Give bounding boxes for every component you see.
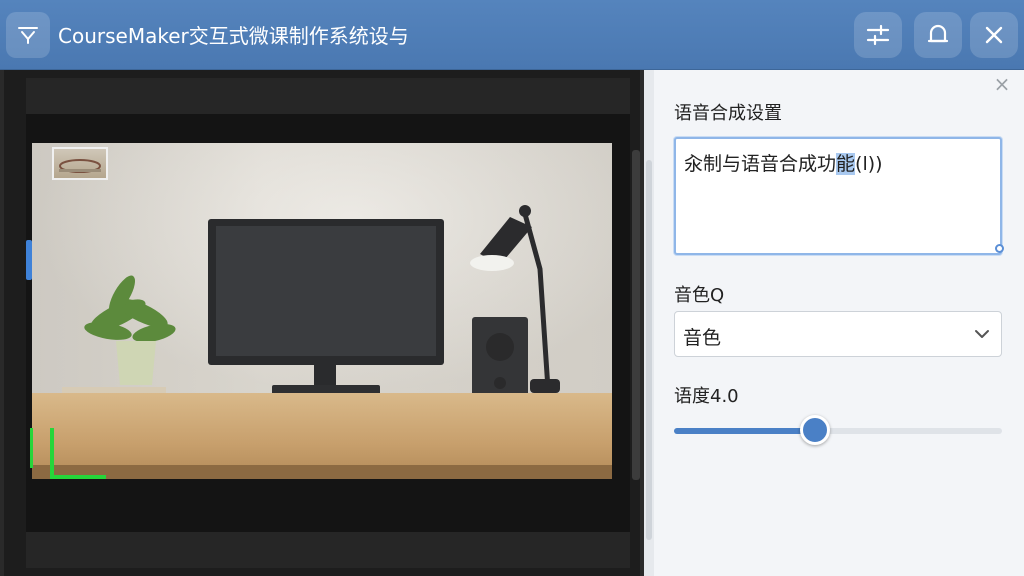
- selection-handle-left[interactable]: [30, 428, 33, 468]
- speed-slider-knob[interactable]: [800, 415, 831, 445]
- video-top-strip: [26, 78, 630, 114]
- panel-scrollbar[interactable]: [644, 70, 654, 576]
- selection-handle-bottom[interactable]: [50, 475, 106, 479]
- video-frame-image[interactable]: [32, 143, 612, 479]
- voice-selected-value: 音色: [683, 327, 722, 349]
- title-bar: CourseMaker交互式微课制作系统设与: [0, 0, 1024, 70]
- window-title: CourseMaker交互式微课制作系统设与: [58, 24, 409, 48]
- bell-icon: [927, 24, 949, 43]
- text-after-selection: (l)): [855, 153, 883, 175]
- video-bottom-strip: [26, 532, 630, 568]
- voice-label: 音色Q: [674, 285, 725, 306]
- adjust-button[interactable]: [854, 12, 902, 58]
- panel-close-icon[interactable]: ×: [992, 74, 1012, 94]
- textarea-resize-handle[interactable]: [995, 244, 1004, 253]
- sliders-icon: [866, 24, 890, 46]
- close-window-button[interactable]: [970, 12, 1018, 58]
- section-title: 语音合成设置: [674, 103, 782, 124]
- app-menu-button[interactable]: [6, 12, 50, 58]
- funnel-icon: [18, 27, 38, 44]
- preview-scrollbar[interactable]: [632, 150, 640, 480]
- monitor-image: [208, 219, 444, 399]
- selection-handle-bottom-left[interactable]: [50, 428, 54, 478]
- overlay-thumbnail[interactable]: [52, 147, 108, 180]
- text-before-selection: 汆制与语音合成功: [684, 153, 837, 175]
- bell-button[interactable]: [914, 12, 962, 58]
- thumbnail-image: [59, 159, 101, 173]
- tts-text-input[interactable]: 汆制与语音合成功能(l)): [674, 137, 1002, 255]
- speed-slider-fill: [674, 428, 816, 434]
- voice-select[interactable]: 音色: [674, 311, 1002, 357]
- close-icon: [985, 26, 1003, 44]
- text-selection: 能: [836, 153, 856, 175]
- speed-label: 语度4.0: [674, 386, 739, 407]
- chevron-down-icon: [975, 330, 989, 338]
